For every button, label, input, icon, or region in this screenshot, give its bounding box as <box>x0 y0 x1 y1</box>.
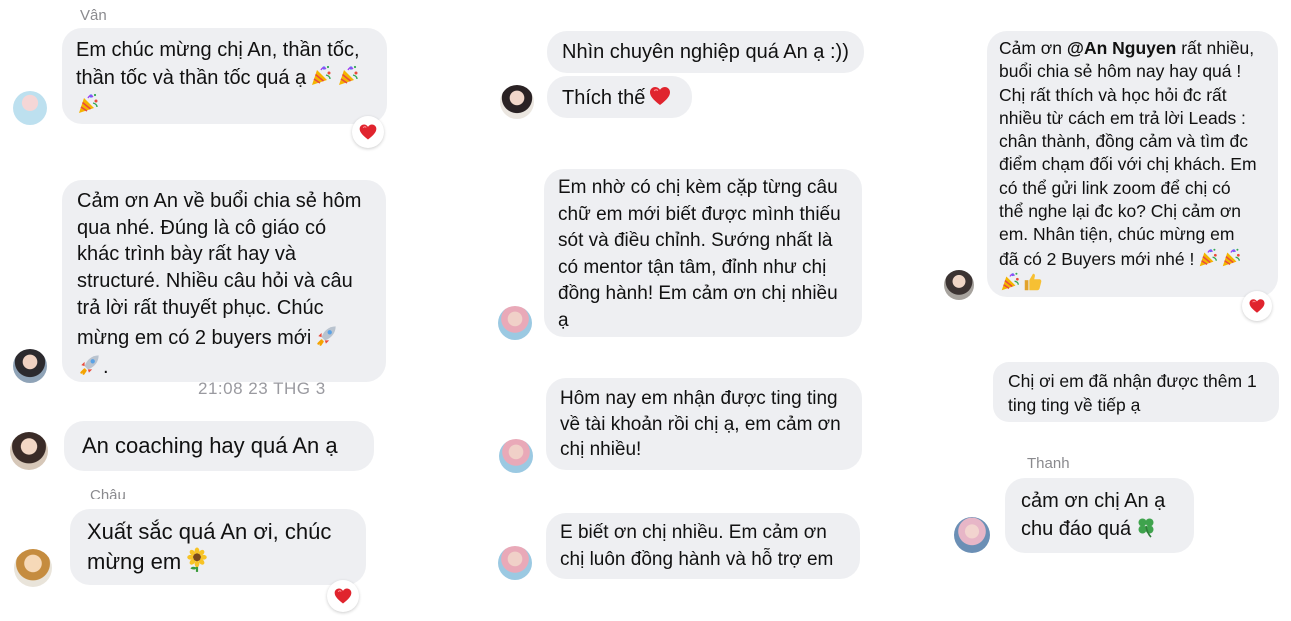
message-text: Chị ơi em đã nhận được thêm 1 ting ting … <box>1008 371 1257 415</box>
sender-name-chau: Châu <box>90 487 126 499</box>
message-bubble[interactable]: Hôm nay em nhận được ting ting về tài kh… <box>546 378 862 470</box>
timestamp: 21:08 23 THG 3 <box>198 379 326 398</box>
message-bubble[interactable]: Em chúc mừng chị An, thần tốc, thần tốc … <box>62 28 387 124</box>
party-popper-icon <box>309 64 333 88</box>
message-bubble[interactable]: Em nhờ có chị kèm cặp từng câu chữ em mớ… <box>544 169 862 337</box>
sender-name-clipped: Châu <box>90 487 126 499</box>
message-bubble[interactable]: Cảm ơn An về buổi chia sẻ hôm qua nhé. Đ… <box>62 180 386 382</box>
avatar[interactable] <box>14 549 52 587</box>
avatar[interactable] <box>944 270 974 300</box>
avatar[interactable] <box>13 91 47 125</box>
party-popper-icon <box>76 92 100 116</box>
message-text: Nhìn chuyên nghiệp quá An ạ :)) <box>562 41 849 63</box>
thumbs-up-icon <box>1022 271 1044 293</box>
heart-icon <box>358 122 378 142</box>
avatar[interactable] <box>498 306 532 340</box>
message-bubble[interactable]: Thích thế <box>547 76 692 118</box>
message-bubble[interactable]: An coaching hay quá An ạ <box>64 421 374 471</box>
message-text: Thích thế <box>562 87 646 109</box>
avatar[interactable] <box>13 349 47 383</box>
mention-link[interactable]: @An Nguyen <box>1067 38 1176 58</box>
party-popper-icon <box>1197 247 1219 269</box>
message-text-start: Cảm ơn <box>999 38 1067 58</box>
message-bubble[interactable]: Xuất sắc quá An ơi, chúc mừng em <box>70 509 366 585</box>
heart-reaction[interactable] <box>1242 291 1272 321</box>
message-text: rất nhiều, buổi chia sẻ hôm nay hay quá … <box>999 38 1257 269</box>
party-popper-icon <box>336 64 360 88</box>
avatar[interactable] <box>500 85 534 119</box>
sender-name-thanh: Thanh <box>1027 455 1070 472</box>
avatar[interactable] <box>954 517 990 553</box>
avatar[interactable] <box>10 432 48 470</box>
message-text: An coaching hay quá An ạ <box>82 433 338 458</box>
sunflower-icon <box>184 547 210 573</box>
message-bubble[interactable]: Nhìn chuyên nghiệp quá An ạ :)) <box>547 31 864 73</box>
message-bubble[interactable]: cảm ơn chị An ạ chu đáo quá <box>1005 478 1194 553</box>
message-bubble[interactable]: Cảm ơn @An Nguyen rất nhiều, buổi chia s… <box>987 31 1278 297</box>
rocket-icon <box>77 351 103 377</box>
party-popper-icon <box>1220 247 1242 269</box>
message-text: E biết ơn chị nhiều. Em cảm ơn chị luôn … <box>560 522 834 570</box>
heart-icon <box>333 586 353 606</box>
heart-reaction[interactable] <box>352 116 384 148</box>
four-leaf-clover-icon <box>1134 515 1158 539</box>
sender-name-van: Vân <box>80 7 107 24</box>
party-popper-icon <box>999 271 1021 293</box>
heart-reaction[interactable] <box>327 580 359 612</box>
heart-icon <box>1248 297 1266 315</box>
message-text: Em nhờ có chị kèm cặp từng câu chữ em mớ… <box>558 177 841 331</box>
rocket-icon <box>314 322 340 348</box>
heart-icon <box>648 84 672 108</box>
avatar[interactable] <box>498 546 532 580</box>
message-text-tail: . <box>103 356 109 379</box>
message-bubble[interactable]: Chị ơi em đã nhận được thêm 1 ting ting … <box>993 362 1279 422</box>
avatar[interactable] <box>499 439 533 473</box>
message-text: Hôm nay em nhận được ting ting về tài kh… <box>560 388 841 460</box>
message-bubble[interactable]: E biết ơn chị nhiều. Em cảm ơn chị luôn … <box>546 513 860 579</box>
